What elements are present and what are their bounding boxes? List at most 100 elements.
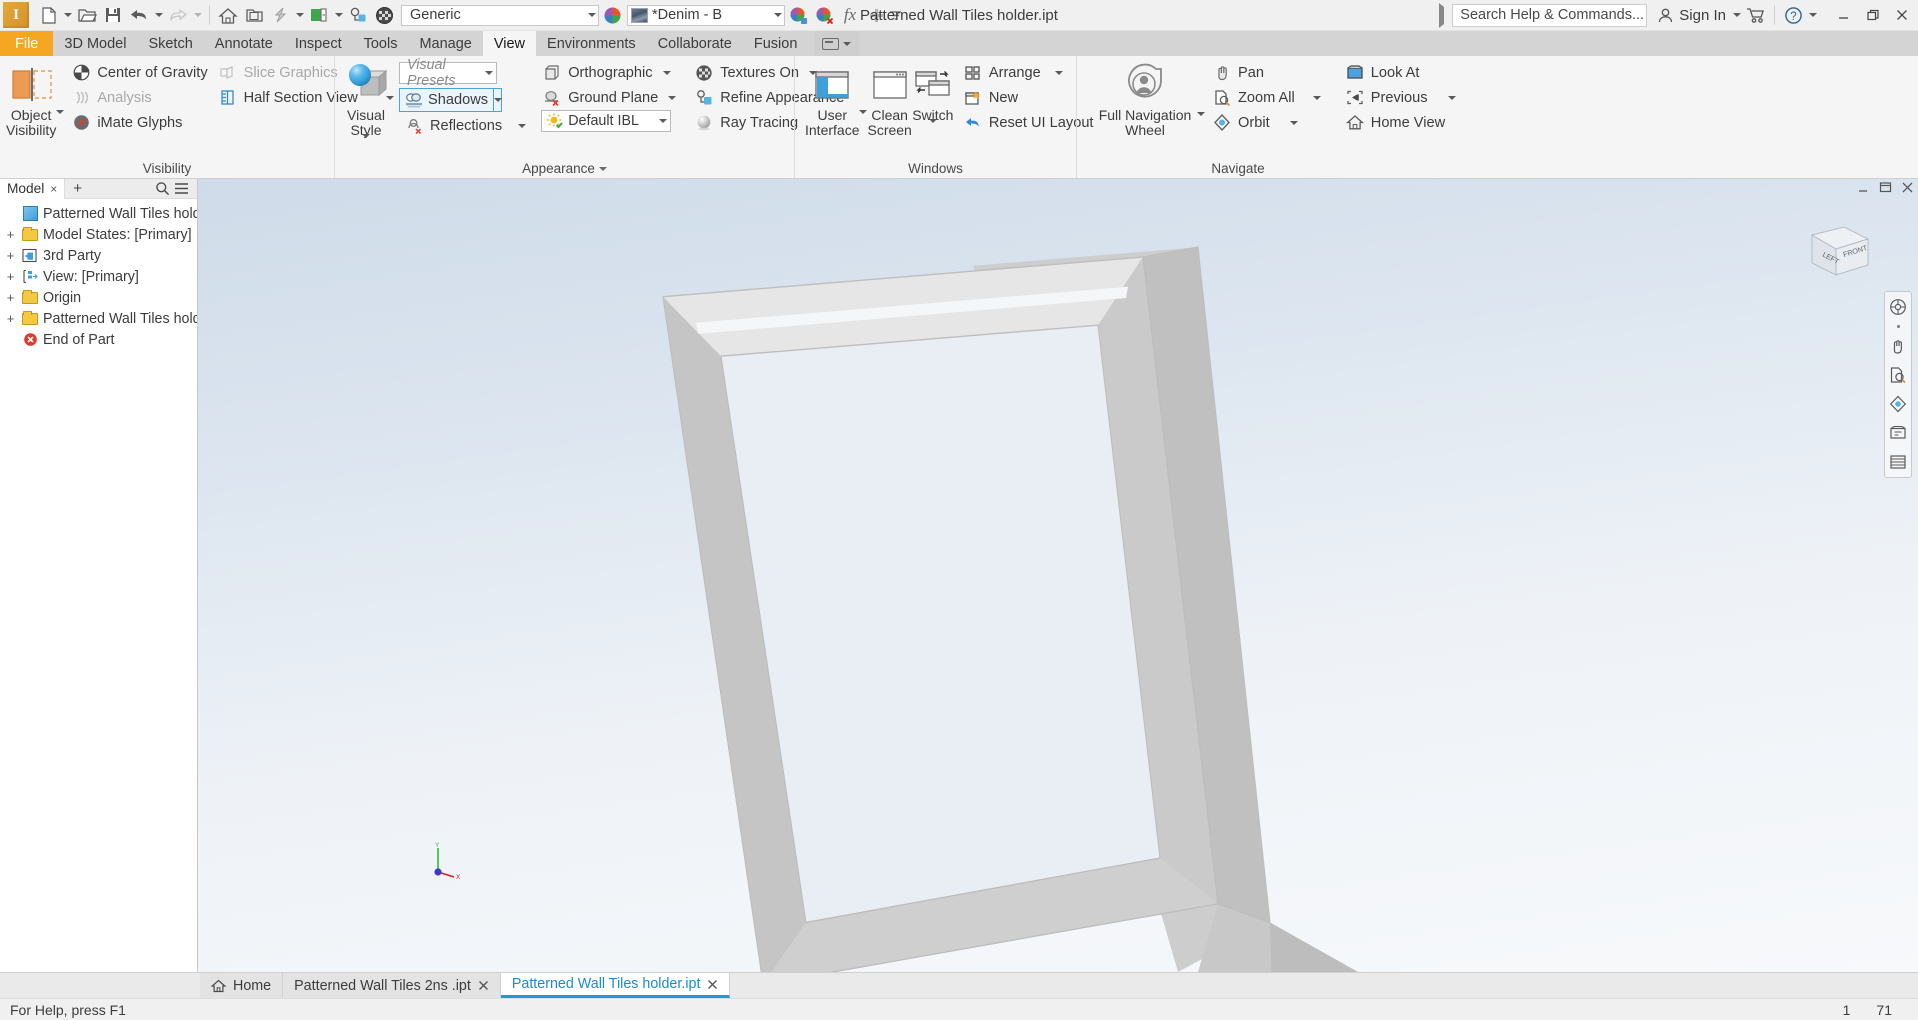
ground-plane-dropdown[interactable] (668, 95, 677, 100)
ribbon-tab-environments[interactable]: Environments (536, 31, 647, 56)
material-combo[interactable]: Generic (401, 4, 599, 26)
full-navigation-wheel-button[interactable]: Full Navigation Wheel (1093, 60, 1197, 138)
material-browser-dropdown[interactable] (332, 2, 345, 28)
tree-node-part-document[interactable]: Patterned Wall Tiles holder.ipt (0, 203, 197, 224)
home-icon[interactable] (215, 2, 241, 28)
sign-in-button[interactable]: Sign In (1653, 2, 1730, 28)
ribbon-tab-inspect[interactable]: Inspect (284, 31, 353, 56)
ribbon-tab-3d-model[interactable]: 3D Model (53, 31, 137, 56)
default-ibl-combo[interactable]: Default IBL (541, 110, 672, 132)
help-dropdown[interactable] (1806, 2, 1819, 28)
zoom-all-dropdown[interactable] (1312, 95, 1321, 100)
search-input[interactable]: Search Help & Commands... (1452, 3, 1648, 27)
save-icon[interactable] (100, 2, 126, 28)
search-icon[interactable] (155, 181, 170, 196)
tree-expander[interactable]: + (4, 227, 17, 242)
texture-sphere-icon[interactable] (371, 2, 397, 28)
search-expand-arrow[interactable] (1439, 2, 1445, 28)
visual-presets-combo[interactable]: Visual Presets (399, 57, 497, 89)
graphics-canvas[interactable]: LEFT FRONT Y X (198, 179, 1918, 972)
sign-in-dropdown[interactable] (1730, 2, 1743, 28)
hamburger-menu-icon[interactable] (174, 182, 189, 195)
clear-appearance-icon[interactable] (811, 2, 837, 28)
ribbon-tab-collaborate[interactable]: Collaborate (647, 31, 743, 56)
switch-windows-dropdown[interactable] (928, 119, 937, 139)
tree-node-3rd-party[interactable]: + 3rd Party (0, 245, 197, 266)
redo-dropdown[interactable] (191, 2, 204, 28)
undo-icon[interactable] (126, 2, 152, 28)
previous-view-button[interactable]: Previous (1340, 85, 1461, 110)
object-visibility-dropdown[interactable] (56, 60, 65, 136)
undo-dropdown[interactable] (152, 2, 165, 28)
shadows-dropdown[interactable] (493, 89, 503, 111)
document-tab-patterned-wall-tiles-2ns[interactable]: Patterned Wall Tiles 2ns .ipt (283, 973, 501, 998)
orthographic-dropdown[interactable] (662, 70, 671, 75)
ribbon-tab-file[interactable]: File (0, 31, 54, 56)
material-browser-icon[interactable] (306, 2, 332, 28)
full-navigation-wheel-dropdown[interactable] (1197, 60, 1205, 140)
add-to-quick-access-icon[interactable] (863, 2, 889, 28)
document-tab-close-icon[interactable] (478, 980, 489, 991)
ribbon-tab-annotate[interactable]: Annotate (204, 31, 284, 56)
tree-node-patterned-wall-tiles-holder[interactable]: + Patterned Wall Tiles holder (0, 308, 197, 329)
orbit-dropdown[interactable] (1289, 120, 1298, 125)
appearance-browser-icon[interactable] (345, 2, 371, 28)
ribbon-display-options[interactable] (814, 31, 860, 56)
parameters-dropdown[interactable] (293, 2, 306, 28)
fx-parameters-icon[interactable]: fx (837, 2, 863, 28)
home-view-button[interactable]: Home View (1340, 110, 1461, 135)
redo-icon[interactable] (165, 2, 191, 28)
arrange-dropdown[interactable] (1054, 70, 1063, 75)
analysis-button[interactable]: Analysis (66, 85, 212, 110)
window-close-button[interactable] (1887, 1, 1916, 29)
appearance-combo-caret[interactable] (771, 2, 784, 28)
orthographic-button[interactable]: Orthographic (537, 60, 681, 85)
ribbon-tab-view[interactable]: View (482, 31, 537, 56)
ribbon-tab-tools[interactable]: Tools (353, 31, 409, 56)
tree-expander[interactable]: + (4, 290, 17, 305)
zoom-all-button[interactable]: Zoom All (1207, 85, 1326, 110)
shopping-cart-icon[interactable] (1743, 2, 1769, 28)
open-file-icon[interactable] (74, 2, 100, 28)
user-interface-button[interactable]: User Interface (805, 60, 859, 138)
inventor-logo-icon[interactable]: I (3, 2, 29, 28)
project-icon[interactable] (241, 2, 267, 28)
switch-windows-button[interactable]: Switch (912, 60, 954, 139)
adjust-appearance-icon[interactable] (785, 2, 811, 28)
imate-glyphs-button[interactable]: iMate Glyphs (66, 110, 212, 135)
pan-button[interactable]: Pan (1207, 60, 1326, 85)
tree-node-origin[interactable]: + Origin (0, 287, 197, 308)
document-tab-home[interactable]: Home (200, 973, 284, 998)
tree-node-view-primary[interactable]: + View: [Primary] (0, 266, 197, 287)
visual-style-dropdown[interactable] (362, 134, 370, 154)
document-tab-close-icon[interactable] (707, 979, 718, 990)
customize-quick-access-icon[interactable] (889, 2, 902, 28)
appearance-combo[interactable]: *Denim - B (627, 2, 785, 28)
window-minimize-button[interactable] (1829, 1, 1858, 29)
previous-view-dropdown[interactable] (1447, 95, 1456, 100)
ribbon-tab-sketch[interactable]: Sketch (137, 31, 203, 56)
tree-expander[interactable]: + (4, 311, 17, 326)
ribbon-tab-fusion[interactable]: Fusion (743, 31, 809, 56)
center-of-gravity-button[interactable]: Center of Gravity (66, 60, 212, 85)
user-interface-dropdown[interactable] (859, 60, 868, 138)
reflections-button[interactable]: Reflections (399, 113, 531, 138)
tree-node-end-of-part[interactable]: End of Part (0, 329, 197, 350)
reflections-dropdown[interactable] (518, 123, 527, 128)
color-wheel-icon[interactable] (599, 2, 625, 28)
tree-node-model-states[interactable]: + Model States: [Primary] (0, 224, 197, 245)
parameters-icon[interactable] (267, 2, 293, 28)
new-file-dropdown[interactable] (61, 2, 74, 28)
new-file-icon[interactable] (35, 2, 61, 28)
help-icon[interactable]: ? (1780, 2, 1806, 28)
browser-tab-model[interactable]: Model × (0, 178, 66, 199)
look-at-button[interactable]: Look At (1340, 60, 1461, 85)
ribbon-tab-manage[interactable]: Manage (408, 31, 482, 56)
browser-add-tab-button[interactable]: + (65, 180, 90, 197)
orbit-button[interactable]: Orbit (1207, 110, 1326, 135)
object-visibility-button[interactable]: Object Visibility (6, 60, 56, 138)
ground-plane-button[interactable]: Ground Plane (537, 85, 681, 110)
shadows-button[interactable]: Shadows (399, 88, 503, 112)
tree-expander[interactable]: + (4, 269, 17, 284)
window-restore-button[interactable] (1858, 1, 1887, 29)
